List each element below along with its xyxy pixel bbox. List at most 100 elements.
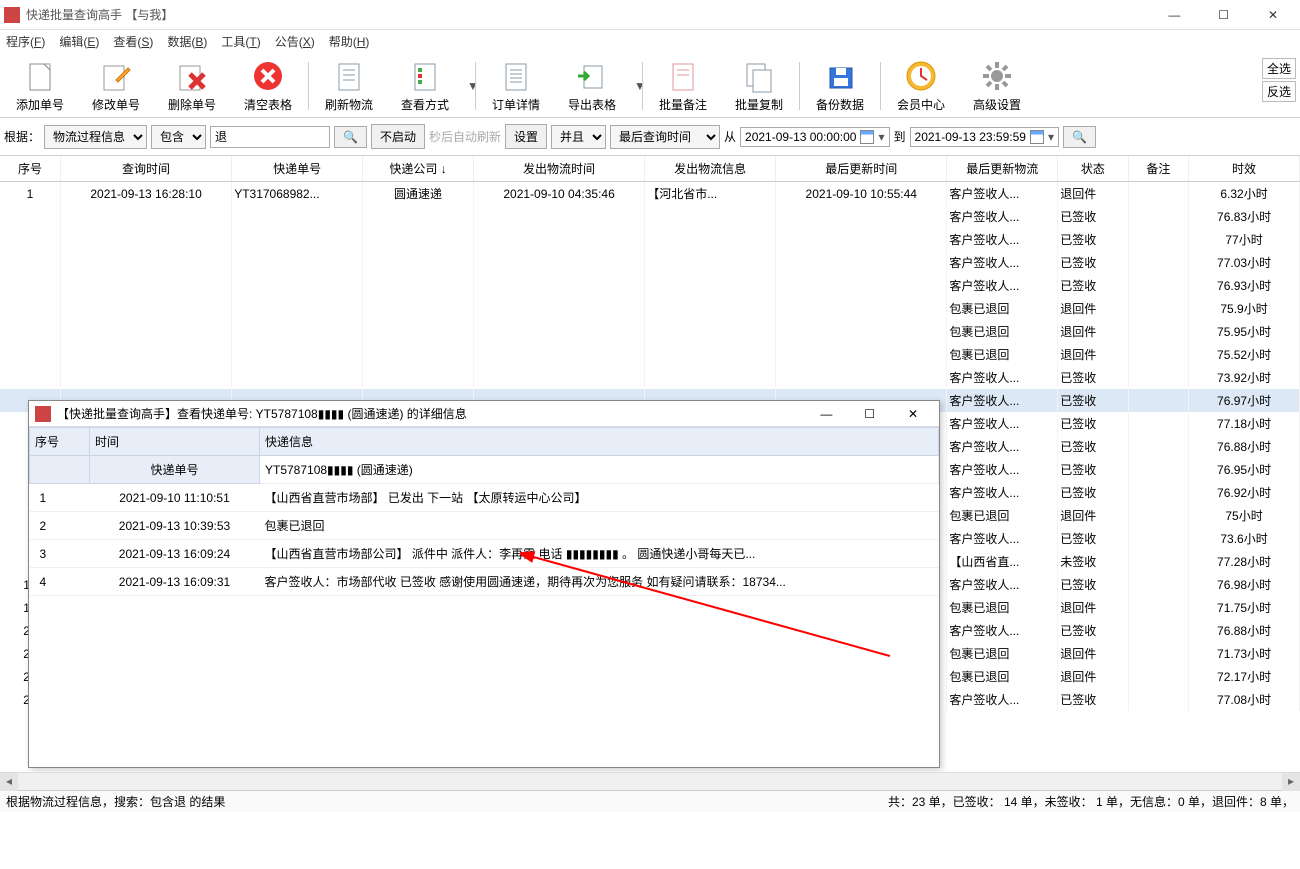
col-header[interactable]: 最后更新时间 [776,156,947,182]
detail-row[interactable]: 12021-09-10 11:10:51【山西省直营市场部】 已发出 下一站 【… [30,484,939,512]
window-title: 快递批量查询高手 【与我】 [26,6,1151,23]
filter-bar: 根据： 物流过程信息 包含 🔍 不启动 秒后自动刷新 设置 并且 最后查询时间 … [0,118,1300,156]
maximize-button[interactable]: ☐ [1201,0,1247,30]
select-all-button[interactable]: 全选 [1262,58,1296,79]
menu-程序[interactable]: 程序(F) [6,33,45,50]
from-label: 从 [724,128,736,145]
member-center-button[interactable]: 会员中心 [883,56,959,115]
menu-查看[interactable]: 查看(S) [113,33,153,50]
col-header[interactable]: 备注 [1128,156,1188,182]
col-header[interactable]: 快递公司 ↓ [363,156,474,182]
detail-col-time: 时间 [90,428,260,456]
root-label: 根据： [4,128,40,145]
advanced-settings-icon [979,58,1015,94]
view-mode-dropdown[interactable]: ▼ [463,79,473,93]
export-table-button[interactable]: 导出表格 [554,56,630,115]
view-mode-button[interactable]: 查看方式 [387,56,463,115]
backup-data-button[interactable]: 备份数据 [802,56,878,115]
col-header[interactable]: 查询时间 [60,156,231,182]
minimize-button[interactable]: ― [1151,0,1197,30]
batch-copy-button[interactable]: 批量复制 [721,56,797,115]
menubar: 程序(F) 编辑(E) 查看(S) 数据(B) 工具(T) 公告(X) 帮助(H) [0,30,1300,52]
detail-minimize-button[interactable]: ― [806,407,846,421]
detail-maximize-button[interactable]: ☐ [850,407,890,421]
member-center-icon [903,58,939,94]
col-header[interactable]: 快递单号 [232,156,363,182]
clear-table-button[interactable]: 清空表格 [230,56,306,115]
from-date-picker[interactable]: 2021-09-13 00:00:00▾ [740,127,889,147]
status-bar: 根据物流过程信息，搜索：包含退 的结果 共：23 单，已签收： 14 单，未签收… [0,790,1300,812]
edit-number-button[interactable]: 修改单号 [78,56,154,115]
horizontal-scrollbar[interactable]: ◂ ▸ [0,772,1300,790]
filter-field-select[interactable]: 物流过程信息 [44,125,147,149]
menu-工具[interactable]: 工具(T) [221,33,260,50]
scroll-left-icon[interactable]: ◂ [0,773,18,791]
detail-num-label: 快递单号 [90,456,260,484]
detail-row[interactable]: 22021-09-13 10:39:53包裹已退回 [30,512,939,540]
table-row[interactable]: 包裹已退回退回件75.52小时 [0,343,1300,366]
backup-data-icon [822,58,858,94]
table-row[interactable]: 客户签收人...已签收77.03小时 [0,251,1300,274]
menu-帮助[interactable]: 帮助(H) [329,33,370,50]
delete-number-button[interactable]: 删除单号 [154,56,230,115]
close-button[interactable]: ✕ [1250,0,1296,30]
batch-copy-icon [741,58,777,94]
menu-公告[interactable]: 公告(X) [275,33,315,50]
refresh-logistics-icon [331,58,367,94]
table-row[interactable]: 客户签收人...已签收76.93小时 [0,274,1300,297]
toolbar: 添加单号修改单号删除单号清空表格刷新物流查看方式▼订单详情导出表格▼批量备注批量… [0,52,1300,118]
calendar-icon [860,130,874,144]
detail-row[interactable]: 42021-09-13 16:09:31客户签收人：市场部代收 已签收 感谢使用… [30,568,939,596]
advanced-settings-button[interactable]: 高级设置 [959,56,1035,115]
and-select[interactable]: 并且 [551,125,606,149]
filter-op-select[interactable]: 包含 [151,125,206,149]
col-header[interactable]: 发出物流时间 [473,156,644,182]
col-header[interactable]: 序号 [0,156,60,182]
table-row[interactable]: 包裹已退回退回件75.95小时 [0,320,1300,343]
order-detail-icon [498,58,534,94]
add-number-icon [22,58,58,94]
last-query-select[interactable]: 最后查询时间 [610,125,720,149]
date-search-button[interactable]: 🔍 [1063,126,1096,148]
add-number-button[interactable]: 添加单号 [2,56,78,115]
invert-select-button[interactable]: 反选 [1262,81,1296,102]
table-row[interactable]: 12021-09-13 16:28:10YT317068982...圆通速递20… [0,182,1300,206]
app-icon [35,406,51,422]
detail-row[interactable]: 32021-09-13 16:09:24【山西省直营市场部公司】 派件中 派件人… [30,540,939,568]
clear-table-icon [250,58,286,94]
to-date-picker[interactable]: 2021-09-13 23:59:59▾ [910,127,1059,147]
batch-remark-button[interactable]: 批量备注 [645,56,721,115]
settings-button[interactable]: 设置 [505,124,547,149]
col-header[interactable]: 状态 [1058,156,1129,182]
detail-close-button[interactable]: ✕ [893,407,933,421]
view-mode-icon [407,58,443,94]
app-icon [4,7,20,23]
to-label: 到 [894,128,906,145]
detail-col-seq: 序号 [30,428,90,456]
table-row[interactable]: 客户签收人...已签收73.92小时 [0,366,1300,389]
delete-number-icon [174,58,210,94]
refresh-logistics-button[interactable]: 刷新物流 [311,56,387,115]
export-table-dropdown[interactable]: ▼ [630,79,640,93]
filter-value-input[interactable] [210,126,330,148]
detail-title: 【快递批量查询高手】查看快递单号: YT5787108▮▮▮▮ (圆通速递) 的… [57,405,806,422]
table-row[interactable]: 客户签收人...已签收77小时 [0,228,1300,251]
no-start-button[interactable]: 不启动 [371,124,425,149]
order-detail-button[interactable]: 订单详情 [478,56,554,115]
menu-编辑[interactable]: 编辑(E) [59,33,99,50]
status-right: 共：23 单，已签收： 14 单，未签收： 1 单，无信息：0 单，退回件：8 … [888,793,1294,810]
scroll-right-icon[interactable]: ▸ [1282,773,1300,791]
detail-window: 【快递批量查询高手】查看快递单号: YT5787108▮▮▮▮ (圆通速递) 的… [28,400,940,768]
calendar-icon [1030,130,1044,144]
table-wrap: 序号查询时间快递单号快递公司 ↓发出物流时间发出物流信息最后更新时间最后更新物流… [0,156,1300,772]
search-button[interactable]: 🔍 [334,126,367,148]
col-header[interactable]: 最后更新物流 [947,156,1058,182]
menu-数据[interactable]: 数据(B) [167,33,207,50]
export-table-icon [574,58,610,94]
col-header[interactable]: 时效 [1189,156,1300,182]
detail-col-info: 快递信息 [260,428,939,456]
table-row[interactable]: 包裹已退回退回件75.9小时 [0,297,1300,320]
col-header[interactable]: 发出物流信息 [645,156,776,182]
titlebar: 快递批量查询高手 【与我】 ― ☐ ✕ [0,0,1300,30]
table-row[interactable]: 客户签收人...已签收76.83小时 [0,205,1300,228]
